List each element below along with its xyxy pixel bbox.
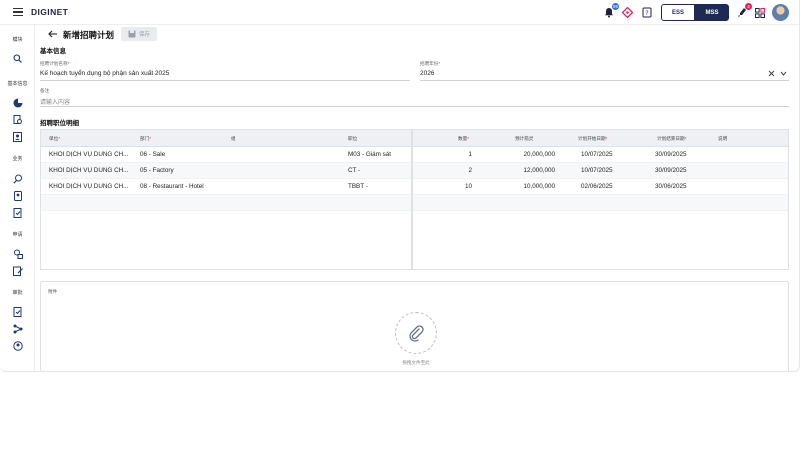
cell-unit[interactable]: KHỐI DỊCH VỤ DÙNG CH... (49, 151, 135, 158)
avatar[interactable] (772, 4, 789, 21)
chevron-down-icon[interactable] (780, 71, 787, 78)
clear-icon[interactable] (768, 70, 775, 79)
col-dept[interactable]: 部门* (140, 136, 151, 142)
plan-name-input[interactable]: Kế hoạch tuyển dụng bộ phận sản xuất 202… (40, 70, 169, 77)
mss-toggle[interactable]: MSS (695, 4, 729, 21)
cell-quantity[interactable]: 10 (441, 183, 472, 190)
grid-header: 单位* 部门* 组 职位 数量* 预计箭灵 计划开始日期* 计划结束日期* 说明 (41, 130, 788, 147)
note-input[interactable]: 请输入内容 (40, 97, 70, 106)
positions-title: 招聘职位明细 (40, 120, 79, 127)
bell-icon[interactable]: 99 (602, 3, 619, 19)
year-select[interactable]: 2026 (420, 70, 434, 77)
app-window: DIGINET 99 ? ESS MSS 4 模块 基本信息 业务 申请 审批 … (0, 0, 800, 372)
col-end[interactable]: 计划结束日期* (657, 136, 686, 142)
pie-chart-icon[interactable] (12, 97, 23, 108)
sidebar-group-modules: 模块 (12, 37, 23, 43)
col-quantity[interactable]: 数量* (458, 136, 469, 142)
cell-budget[interactable]: 10,000,000 (501, 183, 555, 190)
rocket-icon[interactable]: 4 (735, 3, 752, 19)
file-check-icon[interactable] (12, 207, 23, 218)
upload-dropzone[interactable] (395, 312, 437, 354)
empty-row (41, 195, 788, 211)
save-button[interactable]: 保存 (121, 27, 157, 41)
approval-doc-icon[interactable] (12, 306, 23, 317)
table-row[interactable]: KHỐI DỊCH VỤ DÙNG CH... 05 - Factory CT … (41, 163, 788, 179)
attachment-panel: 附件 拖拽文件至此 (40, 281, 789, 371)
plan-name-label: 招聘计划名称* (40, 61, 70, 66)
apps-grid-icon[interactable] (753, 6, 766, 19)
year-underline (420, 80, 789, 81)
cell-end[interactable]: 30/09/2025 (655, 151, 715, 158)
person-file-icon[interactable] (12, 190, 23, 201)
cell-start[interactable]: 10/07/2025 (581, 151, 641, 158)
attachment-label: 附件 (48, 289, 58, 294)
note-label: 备注 (40, 88, 50, 93)
cell-quantity[interactable]: 2 (441, 167, 472, 174)
sidebar-group-request: 申请 (12, 232, 23, 238)
basic-info-title: 基本信息 (40, 48, 66, 55)
ess-toggle[interactable]: ESS (661, 4, 695, 21)
upload-hint: 拖拽文件至此 (402, 360, 430, 365)
search-icon[interactable] (12, 53, 23, 64)
app-logo: DIGINET (31, 7, 69, 17)
notify-badge: 4 (745, 3, 752, 10)
cell-end[interactable]: 30/09/2025 (655, 167, 715, 174)
approval-flow-icon[interactable] (12, 323, 23, 334)
cell-end[interactable]: 30/06/2025 (655, 183, 715, 190)
col-desc[interactable]: 说明 (718, 136, 727, 142)
help-icon[interactable]: ? (640, 6, 653, 19)
table-row[interactable]: KHỐI DỊCH VỤ DÙNG CH... 08 - Restaurant … (41, 179, 788, 195)
cell-unit[interactable]: KHỐI DỊCH VỤ DÙNG CH... (49, 183, 135, 190)
frozen-column-divider[interactable] (411, 130, 413, 269)
cell-quantity[interactable]: 1 (441, 151, 472, 158)
table-row[interactable]: KHỐI DỊCH VỤ DÙNG CH... 06 - Sale M03 - … (41, 147, 788, 163)
cell-unit[interactable]: KHỐI DỊCH VỤ DÙNG CH... (49, 167, 135, 174)
sidebar-group-business: 业务 (12, 156, 23, 162)
top-bar: DIGINET 99 ? ESS MSS 4 (0, 0, 799, 25)
bell-badge: 99 (611, 3, 619, 10)
cell-position[interactable]: TBBT - (348, 183, 410, 190)
back-arrow-icon[interactable] (48, 29, 58, 39)
cell-position[interactable]: M03 - Giám sát (348, 151, 410, 158)
request-user-icon[interactable] (12, 248, 23, 259)
document-search-icon[interactable] (12, 114, 23, 125)
save-button-label: 保存 (138, 32, 150, 38)
save-icon (128, 30, 136, 38)
col-group[interactable]: 组 (231, 136, 236, 142)
sidebar: 模块 基本信息 业务 申请 审批 (0, 25, 35, 371)
cell-budget[interactable]: 20,000,000 (501, 151, 555, 158)
positions-grid: 单位* 部门* 组 职位 数量* 预计箭灵 计划开始日期* 计划结束日期* 说明… (40, 129, 789, 270)
page-title: 新增招聘计划 (63, 30, 115, 40)
search-user-icon[interactable] (12, 173, 23, 184)
cell-budget[interactable]: 12,000,000 (501, 167, 555, 174)
request-edit-icon[interactable] (12, 265, 23, 276)
cell-position[interactable]: CT - (348, 167, 410, 174)
cell-dept[interactable]: 08 - Restaurant - Hotel (140, 183, 240, 190)
year-label: 招聘年份* (420, 61, 441, 66)
menu-icon[interactable] (13, 8, 23, 16)
cell-dept[interactable]: 06 - Sale (140, 151, 240, 158)
cell-dept[interactable]: 05 - Factory (140, 167, 240, 174)
cell-start[interactable]: 10/07/2025 (581, 167, 641, 174)
user-document-icon[interactable] (12, 131, 23, 142)
col-unit[interactable]: 单位* (49, 136, 60, 142)
diamond-icon[interactable] (621, 6, 634, 19)
approval-user-icon[interactable] (12, 340, 23, 351)
col-start[interactable]: 计划开始日期* (578, 136, 607, 142)
sidebar-group-basic: 基本信息 (7, 81, 28, 87)
col-position[interactable]: 职位 (348, 136, 357, 142)
plan-name-underline (40, 80, 410, 81)
paperclip-icon (409, 325, 424, 342)
svg-text:?: ? (645, 10, 648, 17)
cell-start[interactable]: 02/06/2025 (581, 183, 641, 190)
sidebar-group-approval: 审批 (12, 290, 23, 296)
col-budget[interactable]: 预计箭灵 (515, 136, 533, 142)
note-underline (40, 106, 789, 107)
